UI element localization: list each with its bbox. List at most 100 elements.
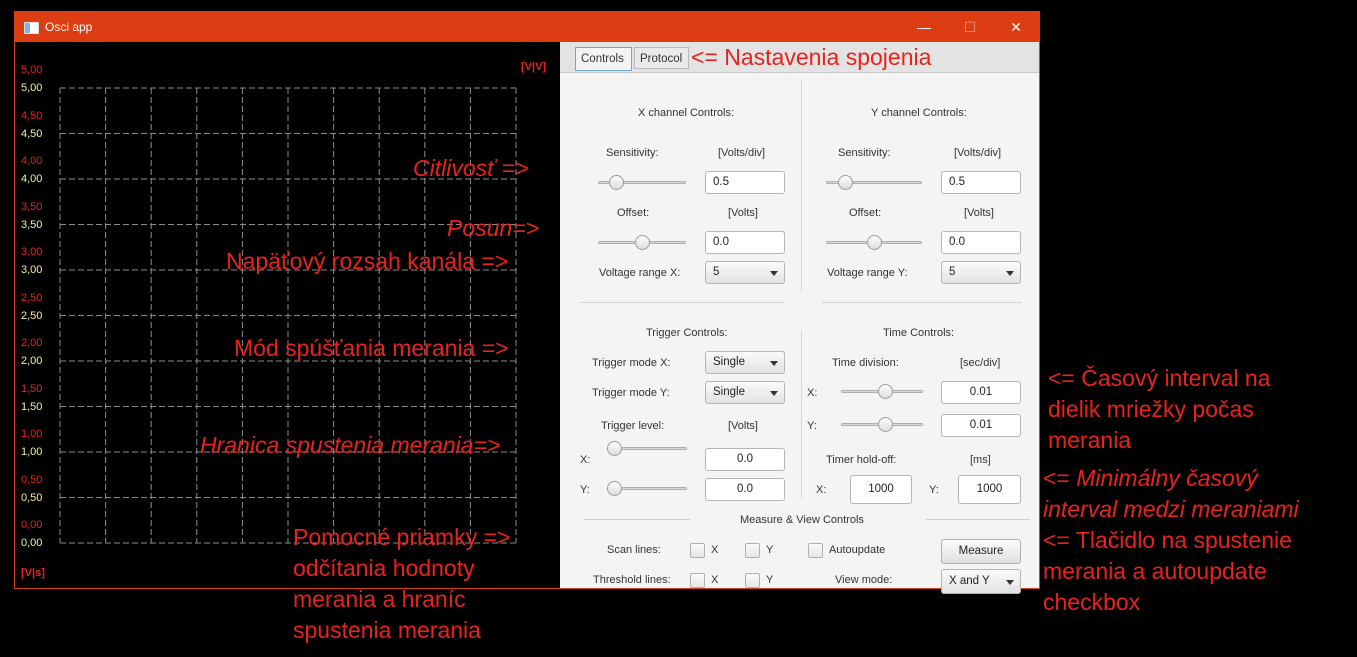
slider-thumb[interactable]: [607, 441, 622, 456]
threshold-y-label: Y: [766, 574, 774, 586]
scan-lines-y-checkbox[interactable]: [745, 543, 760, 558]
trigger-y-label: Y:: [580, 484, 590, 496]
holdoff-y-label: Y:: [929, 484, 939, 496]
trigger-level-label: Trigger level:: [601, 420, 665, 432]
trigger-mode-y-label: Trigger mode Y:: [592, 387, 670, 399]
unit-label-bottom: [V|s]: [21, 567, 45, 579]
annotation-helper-lines: Pomocné priamky => odčítania hodnoty mer…: [293, 522, 510, 646]
chevron-down-icon: [770, 391, 778, 396]
annotation-line: odčítania hodnoty: [293, 555, 475, 581]
separator: [584, 519, 690, 520]
trigger-mode-y-select[interactable]: Single: [705, 381, 785, 404]
x-voltage-range-select[interactable]: 5: [705, 261, 785, 284]
x-voltage-range-label: Voltage range X:: [599, 267, 681, 279]
annotation-line: spustenia merania: [293, 617, 481, 643]
time-x-label: X:: [807, 387, 818, 399]
slider-thumb[interactable]: [866, 235, 882, 250]
y-axis-label-red: 4,00: [21, 155, 43, 167]
slider-thumb[interactable]: [838, 175, 854, 190]
unit-label-top: [V|V]: [521, 61, 547, 73]
y-voltage-range-value: 5: [949, 266, 956, 278]
autoupdate-checkbox[interactable]: [808, 543, 823, 558]
maximize-button[interactable]: ☐: [947, 12, 993, 42]
x-sensitivity-slider[interactable]: [598, 175, 686, 191]
y-axis-label-red: 0,50: [21, 473, 43, 486]
slider-thumb[interactable]: [607, 481, 622, 496]
holdoff-x-label: X:: [816, 484, 827, 496]
slider-thumb[interactable]: [877, 417, 893, 432]
annotation-trigger-level: Hranica spustenia merania=>: [200, 432, 501, 458]
annotation-time-division: <= Časový interval na dielik mriežky poč…: [1048, 363, 1270, 456]
time-x-slider[interactable]: [841, 384, 923, 400]
minimize-button[interactable]: —: [901, 12, 947, 42]
trigger-x-input[interactable]: 0.0: [705, 448, 785, 471]
y-axis-label-red: 0,00: [21, 519, 43, 531]
slider-thumb[interactable]: [634, 235, 650, 250]
app-window: Osci app — ☐ ✕ 5,00 5,00 4,50 4,50 4,00 4,00 3…: [14, 11, 1040, 594]
time-x-input[interactable]: 0.01: [941, 381, 1021, 404]
graph-grid: [59, 87, 517, 544]
title-bar[interactable]: Osci app — ☐ ✕: [15, 12, 1039, 42]
trigger-y-slider[interactable]: [607, 481, 687, 497]
y-axis-label-red: 2,00: [21, 337, 43, 349]
annotation-line: <= Tlačidlo na spustenie: [1043, 527, 1292, 553]
close-button[interactable]: ✕: [993, 12, 1039, 42]
trigger-x-label: X:: [580, 454, 591, 466]
threshold-y-checkbox[interactable]: [745, 573, 760, 588]
holdoff-y-input[interactable]: 1000: [958, 475, 1021, 504]
y-axis-label-yellow: 0,50: [21, 491, 43, 504]
trigger-mode-x-label: Trigger mode X:: [592, 357, 671, 369]
slider-thumb[interactable]: [608, 175, 624, 190]
trigger-y-input[interactable]: 0.0: [705, 478, 785, 501]
x-offset-slider[interactable]: [598, 235, 686, 251]
y-axis-label-yellow: 1,00: [21, 446, 43, 458]
slider-thumb[interactable]: [877, 384, 893, 399]
view-mode-select[interactable]: X and Y: [941, 569, 1021, 594]
y-axis-label-yellow: 3,00: [21, 264, 43, 276]
annotation-offset: Posun=>: [447, 215, 540, 241]
x-offset-input[interactable]: 0.0: [705, 231, 785, 254]
measure-heading: Measure & View Controls: [740, 514, 864, 526]
y-axis-label-red: 5,00: [21, 64, 43, 76]
threshold-x-checkbox[interactable]: [690, 573, 705, 588]
app-icon: [24, 22, 39, 34]
y-sensitivity-slider[interactable]: [826, 175, 922, 191]
time-division-label: Time division:: [832, 357, 899, 369]
x-sensitivity-input[interactable]: 0.5: [705, 171, 785, 194]
y-offset-input[interactable]: 0.0: [941, 231, 1021, 254]
x-channel-heading: X channel Controls:: [638, 107, 734, 119]
measure-button[interactable]: Measure: [941, 539, 1021, 564]
y-offset-slider[interactable]: [826, 235, 922, 251]
chevron-down-icon: [770, 271, 778, 276]
y-axis-label-red: 1,00: [21, 428, 43, 440]
y-axis-label-red: 2,50: [21, 291, 43, 304]
trigger-level-unit: [Volts]: [728, 420, 758, 432]
annotation-line: dielik mriežky počas: [1048, 396, 1254, 422]
y-voltage-range-select[interactable]: 5: [941, 261, 1021, 284]
y-sensitivity-label: Sensitivity:: [838, 147, 891, 159]
time-y-slider[interactable]: [841, 417, 923, 433]
y-axis-label-red: 3,00: [21, 246, 43, 258]
scan-lines-x-checkbox[interactable]: [690, 543, 705, 558]
trigger-x-slider[interactable]: [607, 441, 687, 457]
x-voltage-range-value: 5: [713, 266, 720, 278]
view-mode-label: View mode:: [835, 574, 893, 586]
y-axis-label-red: 1,50: [21, 382, 43, 395]
holdoff-x-input[interactable]: 1000: [850, 475, 912, 504]
oscilloscope-graph[interactable]: 5,00 5,00 4,50 4,50 4,00 4,00 3,50 3,50 3,00 3,00…: [15, 42, 560, 588]
tab-protocol[interactable]: Protocol: [634, 47, 689, 69]
threshold-lines-label: Threshold lines:: [593, 574, 671, 586]
annotation-line: <= Minimálny časový: [1043, 465, 1258, 491]
x-offset-unit: [Volts]: [728, 207, 758, 219]
annotation-line: <= Časový interval na: [1048, 365, 1271, 391]
autoupdate-label: Autoupdate: [829, 544, 886, 556]
holdoff-label: Timer hold-off:: [826, 454, 897, 466]
x-sensitivity-unit: [Volts/div]: [718, 147, 766, 159]
y-voltage-range-label: Voltage range Y:: [827, 267, 908, 279]
tab-controls[interactable]: Controls: [575, 47, 632, 71]
y-sensitivity-input[interactable]: 0.5: [941, 171, 1021, 194]
time-y-input[interactable]: 0.01: [941, 414, 1021, 437]
scan-lines-label: Scan lines:: [607, 544, 661, 556]
annotation-line-italic: Minimálny časový: [1076, 465, 1258, 491]
trigger-mode-x-select[interactable]: Single: [705, 351, 785, 374]
